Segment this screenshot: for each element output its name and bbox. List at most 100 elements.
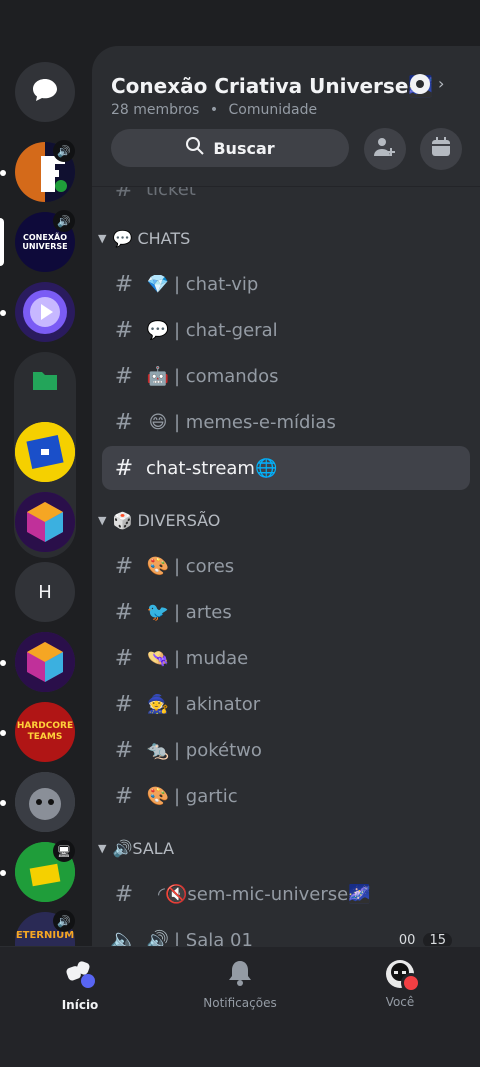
- channel-cores[interactable]: # 🎨 | cores: [102, 544, 470, 588]
- search-button[interactable]: Buscar: [111, 129, 349, 167]
- bottom-tab-bar: Início Notificações Você: [0, 946, 480, 1067]
- channel-memes-e-midias[interactable]: # 😄 | memes-e-mídias: [102, 400, 470, 444]
- category-chats[interactable]: ▼ 💬 CHATS: [98, 229, 190, 248]
- tab-label: Início: [61, 998, 99, 1012]
- bell-icon: [227, 959, 253, 990]
- channel-mudae[interactable]: # 👒 | mudae: [102, 636, 470, 680]
- server-icon-play[interactable]: [15, 282, 75, 342]
- search-label: Buscar: [213, 138, 275, 158]
- calendar-icon: [430, 136, 452, 162]
- channel-name: | chat-geral: [174, 319, 278, 341]
- tab-notificacoes[interactable]: Notificações: [180, 959, 300, 1010]
- voice-channel-sala-01[interactable]: 🔈 🔊 | Sala 01 00 15: [102, 918, 470, 946]
- settings-gear-icon[interactable]: [410, 74, 430, 94]
- server-type: Comunidade: [228, 102, 318, 118]
- server-icon-roblox[interactable]: [15, 422, 75, 482]
- hash-icon: #: [114, 645, 134, 671]
- server-avatar-image: [15, 422, 75, 482]
- channel-chat-geral[interactable]: # 💬 | chat-geral: [102, 308, 470, 352]
- channel-name: | cores: [174, 555, 235, 577]
- category-diversao[interactable]: ▼ 🎲 DIVERSÃO: [98, 511, 220, 530]
- meta-separator: •: [209, 102, 219, 118]
- channel-emoji: 🤖: [146, 365, 170, 387]
- category-label: 🎲 DIVERSÃO: [112, 511, 221, 530]
- channel-name: ticket: [146, 187, 196, 200]
- voice-time: 00: [398, 932, 416, 947]
- voice-meta: 00 15: [398, 932, 452, 947]
- channel-name: ◜🔇sem-mic-universe🌌: [158, 883, 371, 905]
- server-rail: 🔊 CONEXÃO UNIVERSE 🔊 H HARDCORE TEAMS 🖥 …: [0, 0, 92, 946]
- hash-icon: #: [114, 187, 134, 202]
- folder-button[interactable]: [15, 352, 75, 412]
- chevron-down-icon: ▼: [98, 842, 107, 855]
- avatar: [385, 959, 421, 993]
- hash-icon: #: [114, 455, 134, 481]
- channel-name: | comandos: [174, 365, 279, 387]
- channel-name: | pokétwo: [174, 739, 262, 761]
- unread-indicator: [0, 800, 6, 806]
- hash-icon: #: [114, 783, 134, 809]
- category-label: 💬 CHATS: [112, 229, 191, 248]
- hash-icon: #: [114, 363, 134, 389]
- category-sala[interactable]: ▼ 🔊SALA: [98, 839, 174, 858]
- server-icon-h[interactable]: H: [15, 562, 75, 622]
- server-avatar-image: [15, 772, 75, 832]
- speaker-icon: 🔊: [53, 910, 75, 932]
- server-avatar-text: CONEXÃO UNIVERSE: [22, 233, 68, 251]
- selected-server-indicator: [0, 218, 4, 266]
- channel-poketwo[interactable]: # 🐀 | pokétwo: [102, 728, 470, 772]
- hash-icon: #: [114, 409, 134, 435]
- channel-chat-stream[interactable]: # chat-stream🌐: [102, 446, 470, 490]
- add-user-icon: [373, 136, 397, 162]
- channel-name: | Sala 01: [174, 929, 253, 947]
- server-icon-wolf[interactable]: [15, 772, 75, 832]
- channel-emoji: 🧙: [146, 693, 170, 715]
- hash-icon: #: [114, 881, 134, 907]
- server-icon-cube[interactable]: [15, 492, 75, 552]
- server-avatar-image: [15, 632, 75, 692]
- events-button[interactable]: [420, 128, 462, 170]
- channel-partial[interactable]: # ticket: [102, 187, 470, 211]
- channel-emoji: 👒: [146, 647, 170, 669]
- hash-icon: #: [114, 317, 134, 343]
- unread-indicator: [0, 170, 6, 176]
- server-icon-cube-2[interactable]: [15, 632, 75, 692]
- server-icon-hardcore-teams[interactable]: HARDCORE TEAMS: [15, 702, 75, 762]
- direct-messages-button[interactable]: [15, 62, 75, 122]
- channel-emoji: 🔊: [146, 929, 170, 947]
- tab-voce[interactable]: Você: [340, 959, 460, 1009]
- dnd-status-icon: [401, 973, 421, 993]
- chat-bubble-icon: [31, 77, 59, 107]
- screen-share-icon: 🖥: [53, 840, 75, 862]
- tab-inicio[interactable]: Início: [20, 959, 140, 1012]
- chevron-right-icon[interactable]: ›: [438, 74, 444, 93]
- channel-list: # ticket ▼ 💬 CHATS # 💎 | chat-vip # 💬 | …: [92, 187, 480, 946]
- channel-emoji: 🎨: [146, 785, 170, 807]
- servers-home-icon: [64, 959, 96, 992]
- channel-chat-vip[interactable]: # 💎 | chat-vip: [102, 262, 470, 306]
- channel-name: | artes: [174, 601, 232, 623]
- play-icon: [23, 290, 67, 334]
- channel-name: | mudae: [174, 647, 249, 669]
- chevron-down-icon: ▼: [98, 514, 107, 527]
- channel-emoji: 🎨: [146, 555, 170, 577]
- channel-artes[interactable]: # 🐦 | artes: [102, 590, 470, 634]
- channel-emoji: 💬: [146, 319, 170, 341]
- unread-indicator: [0, 660, 6, 666]
- speaker-icon: 🔊: [53, 210, 75, 232]
- channel-sem-mic-universe[interactable]: # ◜🔇sem-mic-universe🌌: [102, 872, 470, 916]
- hash-icon: #: [114, 553, 134, 579]
- tab-label: Notificações: [203, 996, 277, 1010]
- channel-akinator[interactable]: # 🧙 | akinator: [102, 682, 470, 726]
- folder-icon: [31, 368, 59, 396]
- unread-indicator: [0, 870, 6, 876]
- server-name[interactable]: Conexão Criativa Universe🌌: [111, 74, 433, 98]
- channel-comandos[interactable]: # 🤖 | comandos: [102, 354, 470, 398]
- chevron-down-icon: ▼: [98, 232, 107, 245]
- channel-gartic[interactable]: # 🎨 | gartic: [102, 774, 470, 818]
- channel-emoji: 🐀: [146, 739, 170, 761]
- hash-icon: #: [114, 599, 134, 625]
- channel-panel: Conexão Criativa Universe🌌 › 28 membros …: [92, 46, 480, 946]
- invite-members-button[interactable]: [364, 128, 406, 170]
- channel-emoji: 😄: [148, 411, 168, 433]
